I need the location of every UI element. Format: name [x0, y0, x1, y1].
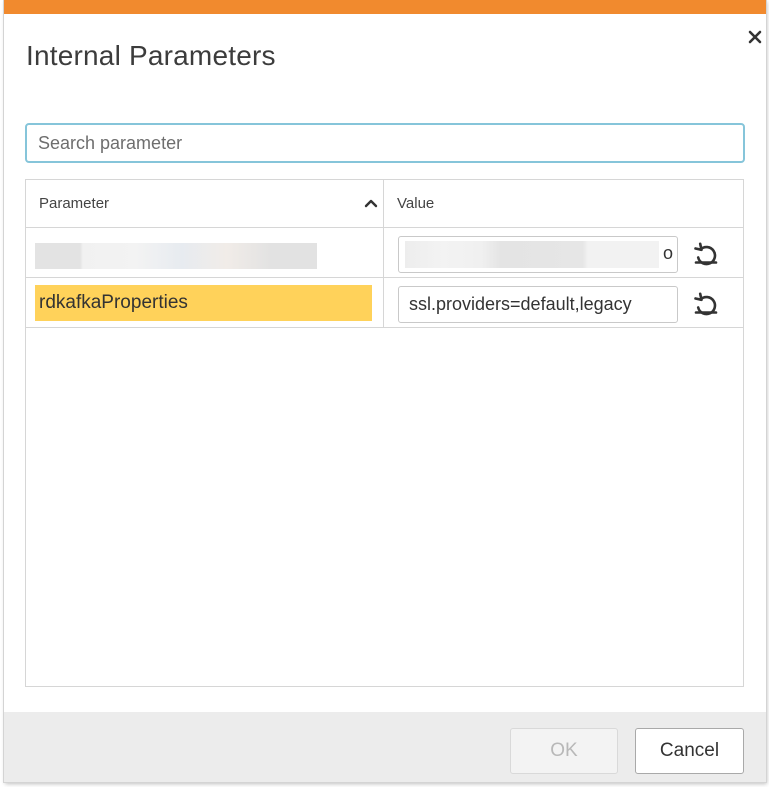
- reset-value-button[interactable]: [690, 288, 722, 320]
- obscured-parameter-name: [35, 243, 317, 269]
- value-visible-tail: o: [662, 243, 673, 263]
- table-row[interactable]: rdkafkaProperties: [26, 278, 743, 328]
- close-button[interactable]: [744, 26, 766, 48]
- dialog-footer: OK Cancel: [4, 712, 766, 782]
- column-header-value[interactable]: Value: [384, 180, 743, 227]
- parameter-name: rdkafkaProperties: [35, 285, 372, 321]
- dialog-accent-bar: [4, 0, 766, 14]
- search-field[interactable]: [25, 123, 745, 163]
- parameters-grid: Parameter Value o rdkafkaProperties ssl.…: [25, 179, 744, 687]
- value-field[interactable]: [398, 286, 678, 323]
- close-icon: [748, 30, 762, 44]
- value-field[interactable]: o: [398, 236, 678, 273]
- reset-value-button[interactable]: [690, 238, 722, 270]
- chevron-up-icon: [364, 199, 378, 208]
- search-input[interactable]: [27, 125, 743, 161]
- column-header-parameter-label: Parameter: [39, 195, 110, 212]
- dialog-title: Internal Parameters: [26, 40, 276, 71]
- cancel-button[interactable]: Cancel: [635, 728, 744, 774]
- reset-icon: [694, 242, 718, 266]
- table-row[interactable]: o: [26, 228, 743, 278]
- column-header-value-label: Value: [397, 195, 435, 212]
- ok-button[interactable]: OK: [510, 728, 618, 774]
- parameter-cell: [26, 228, 384, 277]
- reset-icon: [694, 292, 718, 316]
- column-header-parameter[interactable]: Parameter: [26, 180, 384, 227]
- grid-header: Parameter Value: [26, 180, 743, 228]
- value-input[interactable]: [399, 287, 677, 322]
- obscured-value: [405, 241, 659, 268]
- internal-parameters-dialog: Internal Parameters Parameter Value: [4, 0, 766, 782]
- parameter-cell: rdkafkaProperties: [26, 278, 384, 327]
